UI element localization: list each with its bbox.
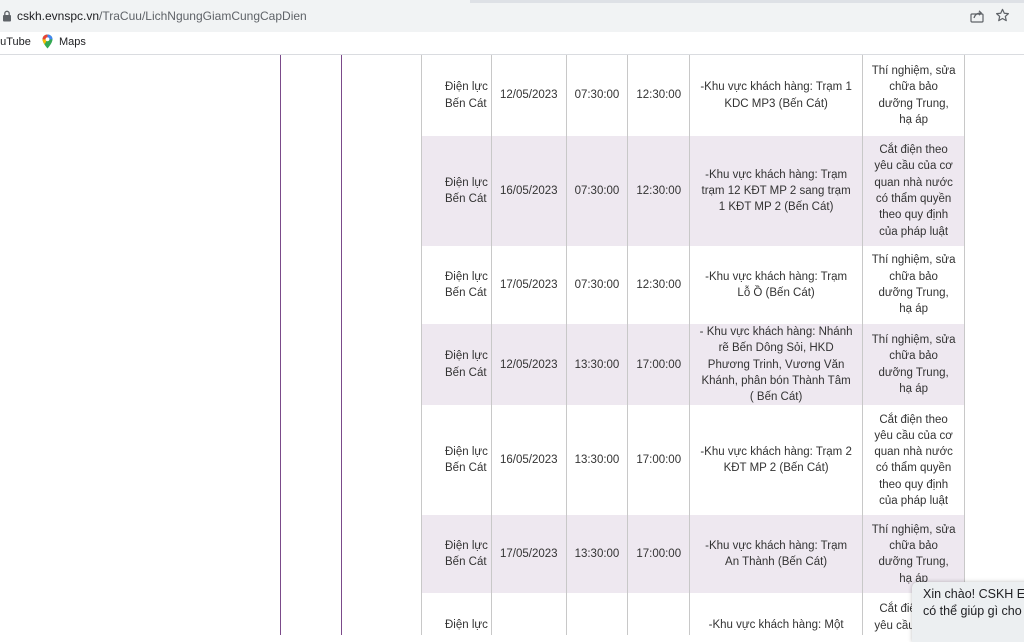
cell-start-time [565, 593, 629, 635]
table-row: Điện lực Bến Cát 12/05/2023 07:30:00 12:… [421, 55, 966, 136]
cell-date: 16/05/2023 [491, 405, 567, 516]
cell-reason: Cắt điện theo yêu cầu của cơ quan nhà nư… [862, 405, 966, 516]
cell-unit: Điện lực Bến Cát [421, 324, 492, 406]
cell-unit: Điện lực Bến Cát [421, 246, 492, 324]
page-content: Điện lực Bến Cát 12/05/2023 07:30:00 12:… [0, 55, 1024, 635]
chat-greeting-line1: Xin chào! CSKH E [923, 587, 1024, 601]
table-row: Điện lực Bến Cát 17/05/2023 13:30:00 17:… [421, 515, 966, 594]
cell-reason: Thí nghiệm, sửa chữa bảo dưỡng Trung, hạ… [862, 55, 966, 136]
column-divider [341, 55, 342, 635]
cell-end-time: 17:00:00 [627, 324, 691, 406]
cell-end-time: 12:30:00 [627, 55, 691, 136]
bookmark-star-icon[interactable] [995, 8, 1010, 23]
address-bar[interactable]: cskh.evnspc.vn/TraCuu/LichNgungGiamCungC… [0, 0, 1024, 32]
cell-date: 17/05/2023 [491, 246, 567, 324]
table-row: Điện lực Bến Cát 12/05/2023 13:30:00 17:… [421, 324, 966, 406]
bookmarks-bar: ouTube Maps [0, 32, 1024, 55]
cell-end-time: 12:30:00 [627, 246, 691, 324]
cell-area: - Khu vực khách hàng: Nhánh rẽ Bến Dông … [689, 324, 864, 406]
table-row: Điện lực Bến Cát 16/05/2023 13:30:00 17:… [421, 405, 966, 516]
bookmark-maps[interactable]: Maps [42, 34, 86, 49]
cell-start-time: 07:30:00 [565, 55, 629, 136]
cell-unit: Điện lực Bến Cát [421, 405, 492, 516]
share-icon[interactable] [970, 9, 984, 23]
cell-reason: Thí nghiệm, sửa chữa bảo dưỡng Trung, hạ… [862, 246, 966, 324]
cell-unit: Điện lực [421, 593, 492, 635]
cell-area: -Khu vực khách hàng: Trạm trạm 12 KĐT MP… [689, 136, 864, 246]
cell-date: 12/05/2023 [491, 55, 567, 136]
cell-end-time: 12:30:00 [627, 136, 691, 246]
cell-area: -Khu vực khách hàng: Một phần khách hàng… [689, 593, 864, 635]
outage-schedule-table: Điện lực Bến Cát 12/05/2023 07:30:00 12:… [421, 55, 966, 635]
maps-pin-icon [42, 34, 53, 49]
cell-unit: Điện lực Bến Cát [421, 136, 492, 246]
table-row: Điện lực Bến Cát 17/05/2023 07:30:00 12:… [421, 246, 966, 324]
cell-date: 17/05/2023 [491, 515, 567, 594]
cell-start-time: 07:30:00 [565, 136, 629, 246]
chat-greeting-line2: có thể giúp gì cho [923, 604, 1022, 618]
url-host: cskh.evnspc.vn [17, 9, 100, 23]
lock-icon [3, 10, 11, 22]
cell-unit: Điện lực Bến Cát [421, 515, 492, 594]
tab-strip-edge [470, 0, 1024, 3]
cell-start-time: 13:30:00 [565, 324, 629, 406]
cell-date [491, 593, 567, 635]
cell-area: -Khu vực khách hàng: Trạm Lỗ Ồ (Bến Cát) [689, 246, 864, 324]
cell-end-time: 17:00:00 [627, 405, 691, 516]
cell-area: -Khu vực khách hàng: Trạm An Thành (Bến … [689, 515, 864, 594]
cell-date: 12/05/2023 [491, 324, 567, 406]
table-row: Điện lực Bến Cát 16/05/2023 07:30:00 12:… [421, 136, 966, 246]
cell-start-time: 07:30:00 [565, 246, 629, 324]
chat-widget[interactable]: Xin chào! CSKH E có thể giúp gì cho [912, 582, 1024, 642]
cell-reason: Thí nghiệm, sửa chữa bảo dưỡng Trung, hạ… [862, 324, 966, 406]
cell-end-time: 17:00:00 [627, 515, 691, 594]
cell-start-time: 13:30:00 [565, 405, 629, 516]
column-divider [280, 55, 281, 635]
cell-area: -Khu vực khách hàng: Trạm 1 KDC MP3 (Bến… [689, 55, 864, 136]
cell-end-time [627, 593, 691, 635]
bookmark-youtube[interactable]: ouTube [0, 36, 31, 48]
url-path: /TraCuu/LichNgungGiamCungCapDien [99, 9, 307, 23]
cell-start-time: 13:30:00 [565, 515, 629, 594]
table-row: Điện lực -Khu vực khách hàng: Một phần k… [421, 593, 966, 635]
cell-area: -Khu vực khách hàng: Trạm 2 KĐT MP 2 (Bế… [689, 405, 864, 516]
bookmark-maps-label: Maps [59, 35, 86, 48]
cell-date: 16/05/2023 [491, 136, 567, 246]
url-text[interactable]: cskh.evnspc.vn/TraCuu/LichNgungGiamCungC… [17, 9, 307, 23]
cell-reason: Cắt điện theo yêu cầu của cơ quan nhà nư… [862, 136, 966, 246]
cell-unit: Điện lực Bến Cát [421, 55, 492, 136]
